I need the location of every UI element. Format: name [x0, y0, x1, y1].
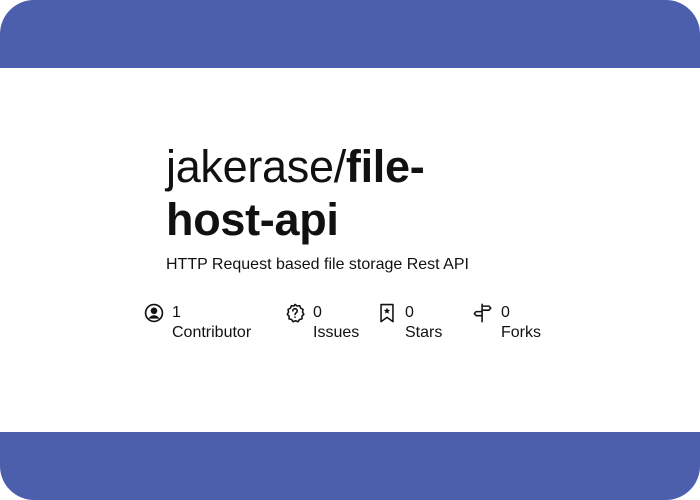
forks-label: Forks	[501, 324, 541, 341]
repo-title[interactable]: jakerase/file-host-api	[166, 140, 496, 246]
issue-question-icon	[284, 302, 306, 324]
bookmark-star-icon	[376, 302, 398, 324]
repo-stats: 1 Contributor 0 Issues 0 Stars 0 Forks	[143, 302, 563, 346]
person-circle-icon	[143, 302, 165, 324]
bottom-banner	[0, 432, 700, 500]
contributors-count: 1	[172, 304, 181, 321]
contributors-label: Contributor	[172, 324, 252, 341]
forks-count: 0	[501, 304, 510, 321]
repo-info: jakerase/file-host-api HTTP Request base…	[166, 140, 586, 275]
issues-count: 0	[313, 304, 322, 321]
top-banner	[0, 0, 700, 68]
repo-description: HTTP Request based file storage Rest API	[166, 256, 469, 273]
stars-count: 0	[405, 304, 414, 321]
repo-card: jakerase/file-host-api HTTP Request base…	[0, 0, 700, 500]
signpost-fork-icon	[472, 302, 494, 324]
issues-label: Issues	[313, 324, 360, 341]
repo-owner: jakerase/	[166, 141, 346, 192]
stars-label: Stars	[405, 324, 443, 341]
